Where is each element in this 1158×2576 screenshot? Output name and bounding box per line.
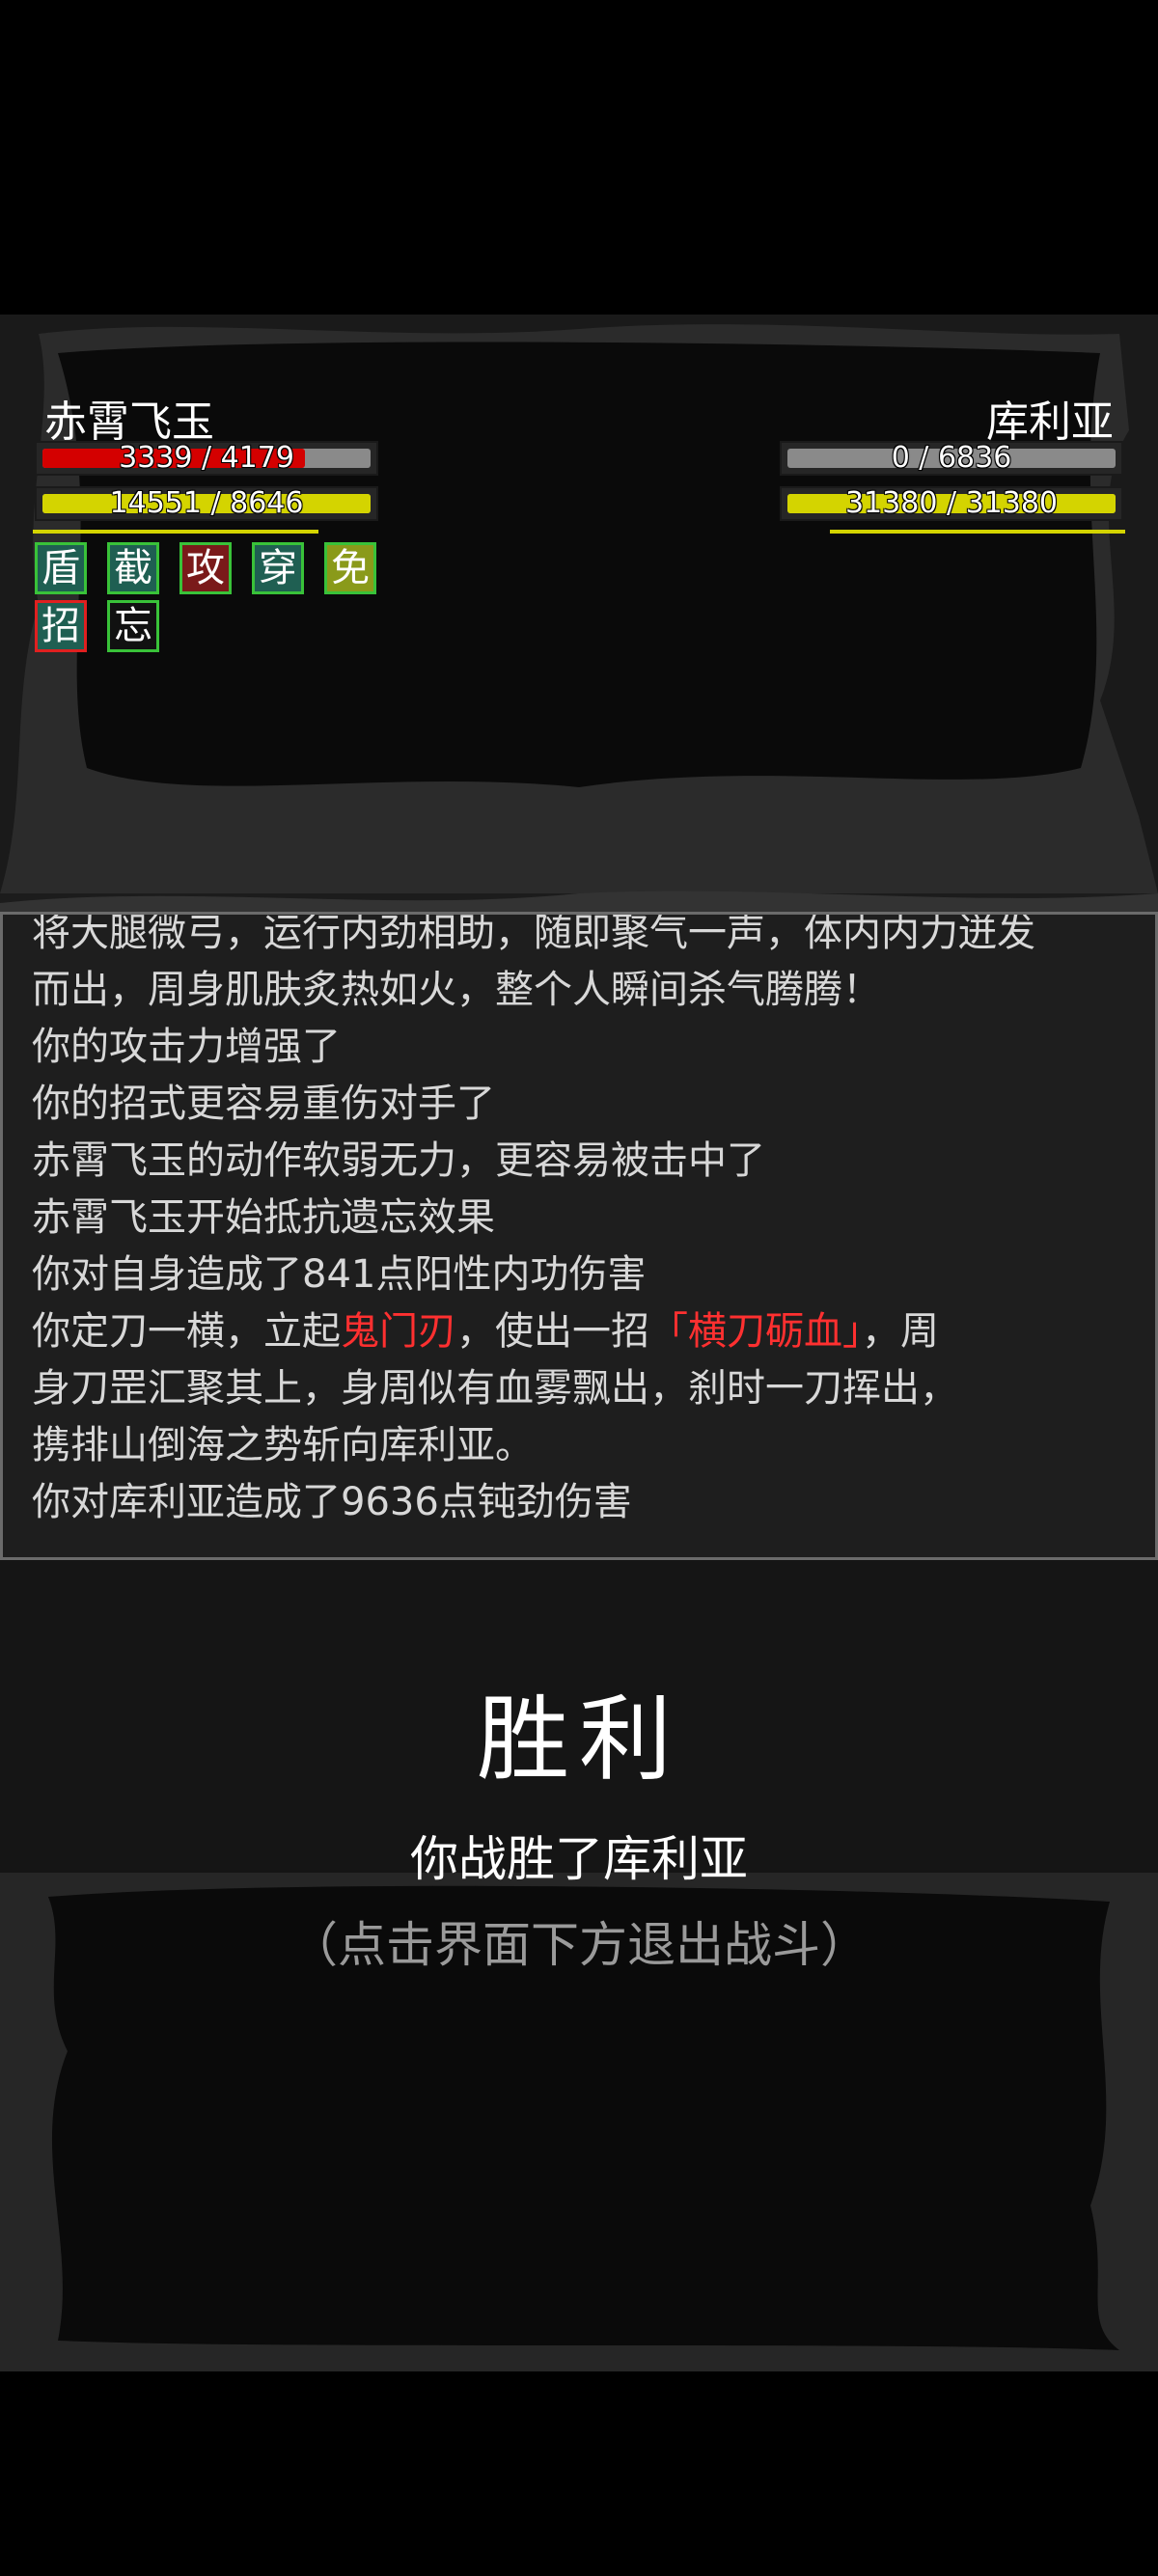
log-highlight: 「横刀砺血」 [649, 1309, 862, 1354]
player-name: 赤霄飞玉 [44, 397, 214, 447]
buff-badge[interactable]: 免 [324, 542, 376, 594]
log-line: 你对库利亚造成了9636点钝劲伤害 [32, 1474, 1117, 1531]
player-underline [33, 530, 318, 534]
top-black-band [0, 0, 1158, 315]
log-line: 赤霄飞玉的动作软弱无力，更容易被击中了 [32, 1133, 1117, 1190]
log-text: ，使出一招 [456, 1309, 649, 1354]
log-text: ，周 [862, 1309, 939, 1354]
buff-badge[interactable]: 盾 [35, 542, 87, 594]
battle-log-content: 将大腿微弓，运行内劲相助，随即聚气一声，体内内力迸发 而出，周身肌肤炙热如火，整个… [32, 912, 1117, 1531]
buff-badge[interactable]: 招 [35, 600, 87, 652]
buff-badge[interactable]: 穿 [252, 542, 304, 594]
enemy-underline [830, 530, 1125, 534]
log-line: 你定刀一横，立起鬼门刃，使出一招「横刀砺血」，周 [32, 1303, 1117, 1360]
log-line: 你的招式更容易重伤对手了 [32, 1076, 1117, 1133]
enemy-mp-text: 31380 / 31380 [844, 486, 1059, 520]
enemy-mp-bar: 31380 / 31380 [780, 486, 1123, 521]
bottom-black-band[interactable] [0, 2371, 1158, 2576]
log-text: 你定刀一横，立起 [32, 1309, 341, 1354]
log-text: 赤霄飞玉开始抵抗遗忘效果 [32, 1195, 495, 1240]
log-highlight: 鬼门刃 [341, 1309, 456, 1354]
log-line: 你对自身造成了841点阳性内功伤害 [32, 1247, 1117, 1303]
log-text: 而出，周身肌肤炙热如火，整个人瞬间杀气腾腾！ [32, 968, 881, 1012]
battle-log[interactable]: 将大腿微弓，运行内劲相助，随即聚气一声，体内内力迸发 而出，周身肌肤炙热如火，整个… [0, 912, 1158, 1560]
log-text: 你的攻击力增强了 [32, 1025, 341, 1069]
player-mp-text: 14551 / 8646 [109, 486, 304, 520]
player-mp-bar: 14551 / 8646 [35, 486, 378, 521]
player-hp-text: 3339 / 4179 [119, 441, 294, 475]
log-text: 身刀罡汇聚其上，身周似有血雾飘出，刹时一刀挥出， [32, 1366, 958, 1411]
log-text: 携排山倒海之势斩向库利亚。 [32, 1423, 534, 1467]
log-text: 你对自身造成了841点阳性内功伤害 [32, 1252, 647, 1297]
log-line: 赤霄飞玉开始抵抗遗忘效果 [32, 1190, 1117, 1247]
log-text: 你对库利亚造成了9636点钝劲伤害 [32, 1480, 632, 1524]
enemy-hp-bar: 0 / 6836 [780, 441, 1123, 476]
player-hp-bar: 3339 / 4179 [35, 441, 378, 476]
log-line: 你的攻击力增强了 [32, 1019, 1117, 1076]
log-line: 携排山倒海之势斩向库利亚。 [32, 1417, 1117, 1474]
enemy-name: 库利亚 [986, 397, 1114, 447]
enemy-hp-text: 0 / 6836 [891, 441, 1012, 475]
buff-badge[interactable]: 截 [107, 542, 159, 594]
victory-subtitle: 你战胜了库利亚 [410, 1831, 748, 1887]
buff-badge[interactable]: 忘 [107, 600, 159, 652]
victory-title: 胜利 [477, 1685, 681, 1794]
buff-badge[interactable]: 攻 [179, 542, 232, 594]
log-line: 身刀罡汇聚其上，身周似有血雾飘出，刹时一刀挥出， [32, 1360, 1117, 1417]
log-text: 你的招式更容易重伤对手了 [32, 1082, 495, 1126]
log-text: 将大腿微弓，运行内劲相助，随即聚气一声，体内内力迸发 [32, 912, 1035, 955]
log-line: 而出，周身肌肤炙热如火，整个人瞬间杀气腾腾！ [32, 962, 1117, 1019]
log-text: 赤霄飞玉的动作软弱无力，更容易被击中了 [32, 1138, 765, 1183]
log-line: 将大腿微弓，运行内劲相助，随即聚气一声，体内内力迸发 [32, 912, 1117, 962]
exit-hint[interactable]: （点击界面下方退出战斗） [0, 1906, 1158, 1976]
